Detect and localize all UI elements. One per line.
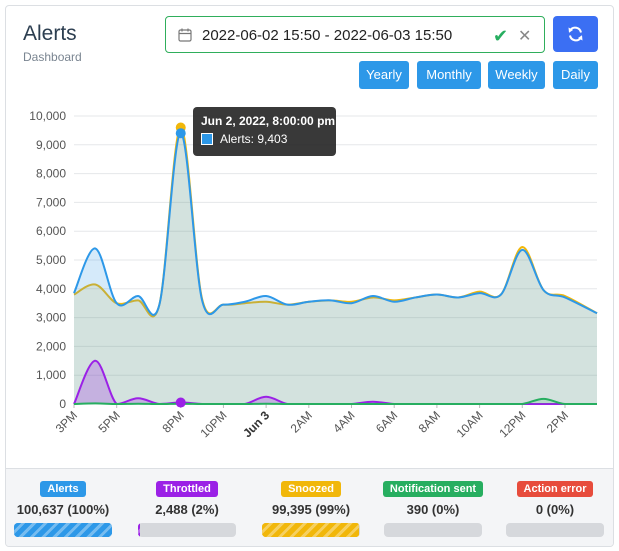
stat-value: 390 (0%) [406,502,460,517]
refresh-icon [568,26,583,42]
stat-alerts: Alerts 100,637 (100%) [6,479,123,537]
daily-button[interactable]: Daily [553,61,598,89]
hover-point-alerts [175,128,186,139]
stat-bar [384,523,482,537]
x-tick-label: 5PM [95,408,122,435]
close-icon[interactable]: ✕ [518,26,531,46]
y-tick-label: 4,000 [36,282,66,296]
page-subtitle: Dashboard [23,50,82,64]
y-tick-label: 9,000 [36,138,66,152]
stat-badge: Notification sent [382,481,484,497]
monthly-button[interactable]: Monthly [417,61,481,89]
y-tick-label: 0 [59,397,66,411]
y-tick-label: 10,000 [29,109,66,123]
x-tick-label: 10AM [454,408,486,440]
hover-point-throttled [175,397,186,408]
x-tick-label: 8AM [416,408,443,435]
chart-tooltip: Jun 2, 2022, 8:00:00 pm Alerts: 9,403 [193,107,336,156]
check-icon[interactable]: ✔ [493,26,508,47]
stat-bar [262,523,360,537]
stat-badge: Alerts [40,481,86,497]
y-tick-label: 5,000 [36,253,66,267]
date-range-value[interactable]: 2022-06-02 15:50 - 2022-06-03 15:50 [202,27,452,44]
stat-action-error: Action error 0 (0%) [495,479,613,537]
stat-bar [138,523,236,537]
stat-bar [14,523,112,537]
stats-footer: Alerts 100,637 (100%) Throttled 2,488 (2… [6,468,613,546]
stat-badge: Throttled [156,481,218,497]
stat-bar-fill [14,523,112,537]
x-tick-label: 10PM [197,408,229,440]
stat-value: 100,637 (100%) [16,502,110,517]
stat-bar-fill [138,523,140,537]
y-tick-label: 3,000 [36,311,66,325]
y-tick-label: 6,000 [36,224,66,238]
stat-value: 99,395 (99%) [271,502,351,517]
stat-bar-fill [262,523,360,537]
refresh-button[interactable] [553,16,598,52]
stat-snoozed: Snoozed 99,395 (99%) [251,479,371,537]
stat-bar [506,523,604,537]
y-tick-label: 2,000 [36,339,66,353]
stat-throttled: Throttled 2,488 (2%) [127,479,247,537]
x-tick-label: 12PM [496,408,528,440]
y-tick-label: 8,000 [36,167,66,181]
x-tick-label: 6AM [373,408,400,435]
stat-value: 2,488 (2%) [155,502,219,517]
alerts-card: Alerts Dashboard 2022-06-02 15:50 - 2022… [5,5,614,547]
tooltip-value: Alerts: 9,403 [220,132,288,146]
y-tick-label: 7,000 [36,195,66,209]
weekly-button[interactable]: Weekly [488,61,545,89]
stat-badge: Action error [516,481,594,497]
x-tick-label: 3PM [53,408,80,435]
yearly-button[interactable]: Yearly [359,61,409,89]
date-range-picker[interactable]: 2022-06-02 15:50 - 2022-06-03 15:50 ✔ ✕ [165,16,545,53]
tooltip-title: Jun 2, 2022, 8:00:00 pm [201,114,336,128]
x-tick-label: 2PM [544,408,571,435]
stat-badge: Snoozed [281,481,341,497]
x-tick-label: Jun 3 [240,408,272,440]
tooltip-swatch [201,133,213,145]
x-tick-label: 4AM [330,408,357,435]
x-tick-label: 2AM [288,408,315,435]
y-tick-label: 1,000 [36,368,66,382]
page-title: Alerts [23,22,77,45]
stat-value: 0 (0%) [535,502,575,517]
calendar-icon [178,28,192,42]
x-tick-label: 8PM [159,408,186,435]
stat-notification-sent: Notification sent 390 (0%) [373,479,493,537]
